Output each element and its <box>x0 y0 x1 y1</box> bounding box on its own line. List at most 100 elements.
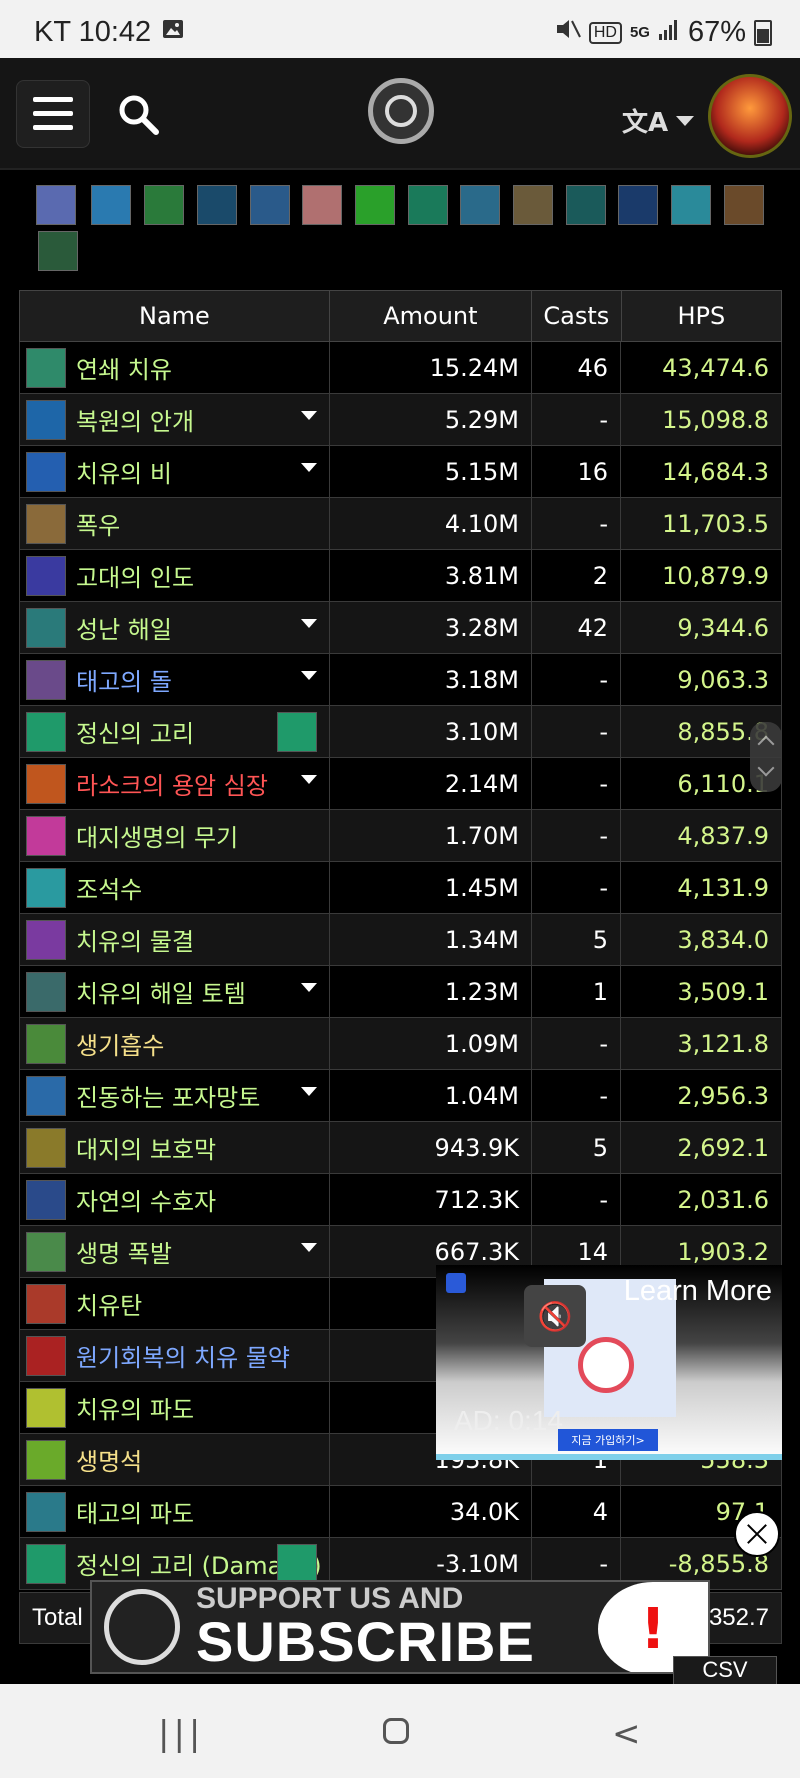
spell-name[interactable]: 조석수 <box>76 870 142 905</box>
spell-icon[interactable] <box>26 1439 66 1480</box>
spell-name[interactable]: 치유탄 <box>76 1286 142 1321</box>
spell-icon[interactable] <box>26 1491 66 1532</box>
spell-name[interactable]: 태고의 돌 <box>76 662 172 697</box>
spell-icon[interactable] <box>26 711 66 752</box>
table-row[interactable]: 태고의 돌 3.18M - 9,063.3 <box>19 654 782 706</box>
table-row[interactable]: 조석수 1.45M - 4,131.9 <box>19 862 782 914</box>
table-row[interactable]: 고대의 인도 3.81M 2 10,879.9 <box>19 550 782 602</box>
close-icon[interactable] <box>734 1511 780 1557</box>
recent-apps-icon[interactable]: ||| <box>158 1714 204 1754</box>
table-row[interactable]: 대지의 보호막 943.9K 5 2,692.1 <box>19 1122 782 1174</box>
home-icon[interactable] <box>383 1718 409 1744</box>
expand-caret-icon[interactable] <box>301 1243 317 1252</box>
spell-icon[interactable] <box>355 185 395 225</box>
spell-name[interactable]: 대지의 보호막 <box>76 1130 216 1165</box>
spell-name[interactable]: 성난 해일 <box>76 610 172 645</box>
table-row[interactable]: 치유의 해일 토템 1.23M 1 3,509.1 <box>19 966 782 1018</box>
spell-icon[interactable] <box>38 231 78 271</box>
spell-icon[interactable] <box>724 185 764 225</box>
spell-name[interactable]: 치유의 파도 <box>76 1390 194 1425</box>
spell-name[interactable]: 진동하는 포자망토 <box>76 1078 260 1113</box>
spell-name[interactable]: 생명석 <box>76 1442 142 1477</box>
spell-icon[interactable] <box>671 185 711 225</box>
spell-icon[interactable] <box>26 867 66 908</box>
spell-name[interactable]: 정신의 고리 <box>76 714 194 749</box>
spell-icon[interactable] <box>460 185 500 225</box>
table-row[interactable]: 성난 해일 3.28M 42 9,344.6 <box>19 602 782 654</box>
spell-name[interactable]: 연쇄 치유 <box>76 350 172 385</box>
table-row[interactable]: 생기흡수 1.09M - 3,121.8 <box>19 1018 782 1070</box>
spell-name[interactable]: 대지생명의 무기 <box>76 818 238 853</box>
table-row[interactable]: 치유의 비 5.15M 16 14,684.3 <box>19 446 782 498</box>
table-row[interactable]: 정신의 고리 3.10M -8,855.8 <box>19 706 782 758</box>
spell-icon[interactable] <box>277 712 317 752</box>
table-row[interactable]: 치유의 물결 1.34M 5 3,834.0 <box>19 914 782 966</box>
spell-icon[interactable] <box>26 607 66 648</box>
spell-icon[interactable] <box>566 185 606 225</box>
table-row[interactable]: 연쇄 치유 15.24M 46 43,474.6 <box>19 342 782 394</box>
spell-name[interactable]: 태고의 파도 <box>76 1494 194 1529</box>
expand-caret-icon[interactable] <box>301 619 317 628</box>
spell-icon[interactable] <box>26 1075 66 1116</box>
spell-icon[interactable] <box>26 1127 66 1168</box>
spell-icon[interactable] <box>26 919 66 960</box>
col-amount[interactable]: Amount <box>330 291 532 341</box>
menu-icon[interactable] <box>16 80 90 148</box>
table-row[interactable]: 태고의 파도 34.0K 4 97.1 <box>19 1486 782 1538</box>
table-row[interactable]: 폭우 4.10M - 11,703.5 <box>19 498 782 550</box>
table-row[interactable]: 진동하는 포자망토 1.04M - 2,956.3 <box>19 1070 782 1122</box>
expand-caret-icon[interactable] <box>301 411 317 420</box>
spell-name[interactable]: 폭우 <box>76 506 120 541</box>
expand-caret-icon[interactable] <box>301 775 317 784</box>
spell-icon[interactable] <box>26 555 66 596</box>
ad-cta-button[interactable]: 지금 가입하기> <box>558 1429 658 1451</box>
csv-button[interactable]: CSV <box>673 1656 777 1687</box>
spell-icon[interactable] <box>26 1335 66 1376</box>
spell-name[interactable]: 라소크의 용암 심장 <box>76 766 268 801</box>
col-name[interactable]: Name <box>20 291 330 341</box>
spell-icon[interactable] <box>26 815 66 856</box>
subscribe-banner[interactable]: SUPPORT US AND SUBSCRIBE ! <box>90 1580 710 1674</box>
spell-icon[interactable] <box>26 1283 66 1324</box>
search-icon[interactable] <box>116 92 160 136</box>
col-casts[interactable]: Casts <box>532 291 622 341</box>
expand-caret-icon[interactable] <box>301 463 317 472</box>
spell-icon[interactable] <box>26 1179 66 1220</box>
expand-caret-icon[interactable] <box>301 671 317 680</box>
spell-name[interactable]: 원기회복의 치유 물약 <box>76 1338 290 1373</box>
avatar[interactable] <box>708 74 792 158</box>
spell-name[interactable]: 치유의 비 <box>76 454 172 489</box>
spell-icon[interactable] <box>26 347 66 388</box>
table-row[interactable]: 복원의 안개 5.29M - 15,098.8 <box>19 394 782 446</box>
table-row[interactable]: 자연의 수호자 712.3K - 2,031.6 <box>19 1174 782 1226</box>
spell-name[interactable]: 자연의 수호자 <box>76 1182 216 1217</box>
spell-icon[interactable] <box>26 1023 66 1064</box>
spell-icon[interactable] <box>26 659 66 700</box>
ad-learn-more[interactable]: Learn More <box>624 1275 772 1308</box>
spell-icon[interactable] <box>277 1544 317 1584</box>
col-hps[interactable]: HPS <box>622 291 781 341</box>
spell-name[interactable]: 복원의 안개 <box>76 402 194 437</box>
spell-icon[interactable] <box>26 399 66 440</box>
spell-icon[interactable] <box>36 185 76 225</box>
table-row[interactable]: 라소크의 용암 심장 2.14M -6,110.1 <box>19 758 782 810</box>
spell-icon[interactable] <box>26 1231 66 1272</box>
spell-icon[interactable] <box>91 185 131 225</box>
volume-mute-icon[interactable]: 🔇 <box>524 1285 586 1347</box>
spell-icon[interactable] <box>26 971 66 1012</box>
language-selector[interactable]: 文A <box>622 102 695 139</box>
spell-icon[interactable] <box>26 1387 66 1428</box>
logo-icon[interactable] <box>368 78 434 144</box>
expand-caret-icon[interactable] <box>301 983 317 992</box>
spell-icon[interactable] <box>250 185 290 225</box>
spell-icon[interactable] <box>26 503 66 544</box>
spell-icon[interactable] <box>618 185 658 225</box>
spell-icon[interactable] <box>513 185 553 225</box>
spell-icon[interactable] <box>144 185 184 225</box>
spell-icon[interactable] <box>408 185 448 225</box>
spell-name[interactable]: 고대의 인도 <box>76 558 194 593</box>
spell-icon[interactable] <box>302 185 342 225</box>
back-icon[interactable]: < <box>612 1714 641 1754</box>
expand-caret-icon[interactable] <box>301 1087 317 1096</box>
spell-name[interactable]: 생명 폭발 <box>76 1234 172 1269</box>
